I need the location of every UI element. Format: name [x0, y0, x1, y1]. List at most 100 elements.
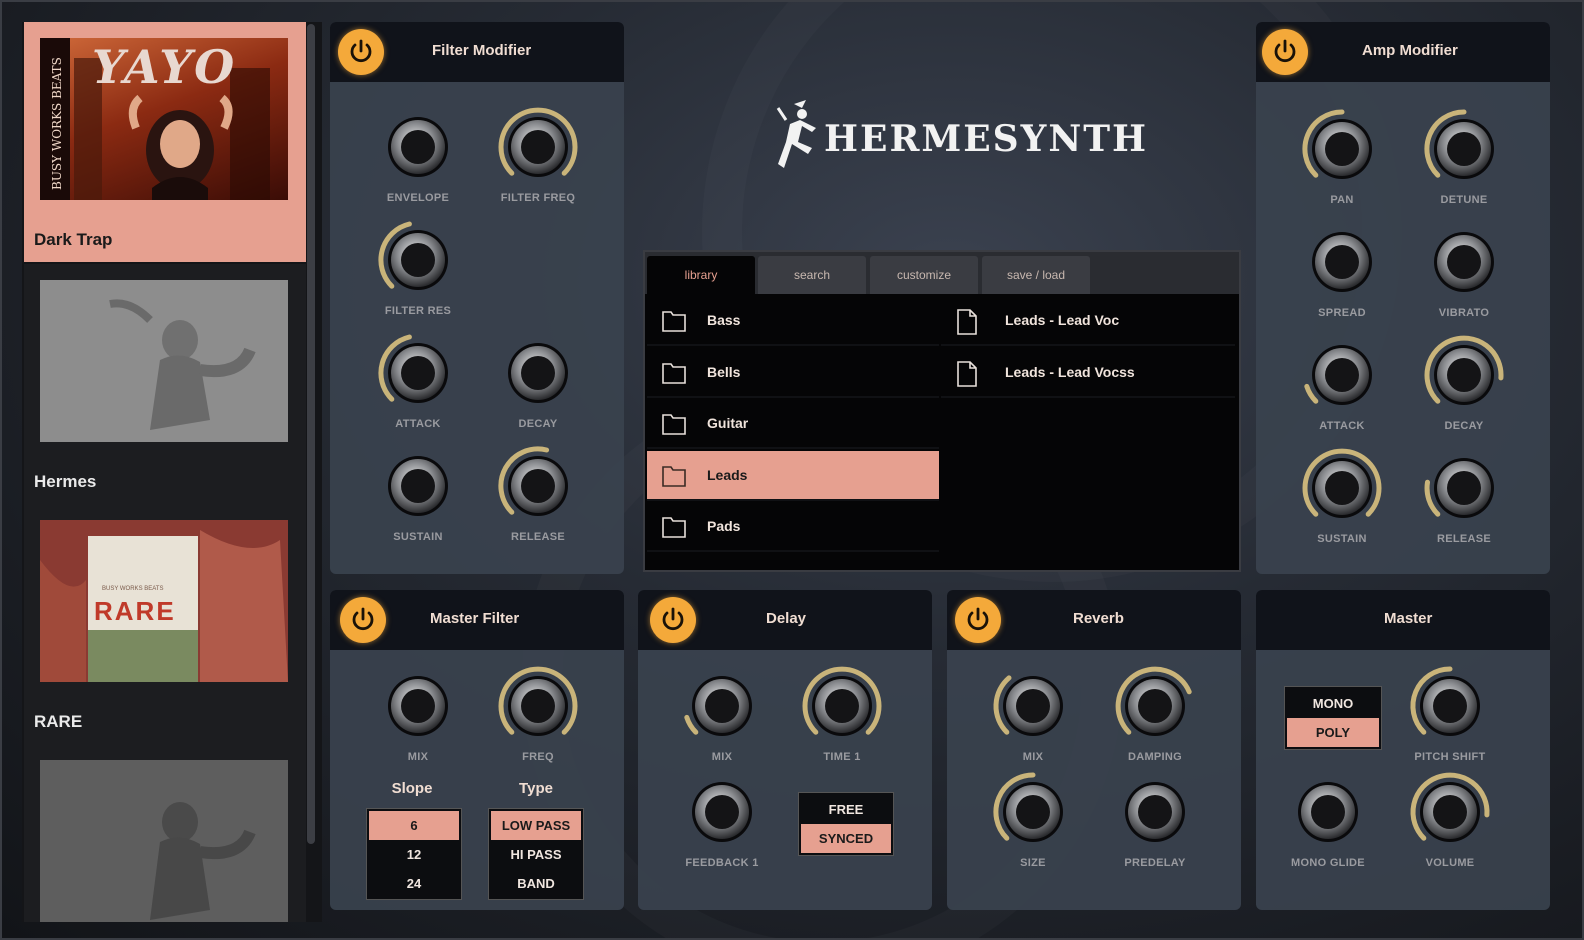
option-mono[interactable]: MONO	[1285, 689, 1381, 718]
freq-knob[interactable]	[493, 661, 583, 751]
mix-label: MIX	[1022, 751, 1044, 763]
option-6[interactable]: 6	[369, 811, 459, 840]
decay-label: DECAY	[518, 418, 558, 430]
size-label: SIZE	[1020, 857, 1046, 869]
sustain-knob[interactable]	[1297, 443, 1387, 533]
sustain-label: SUSTAIN	[393, 531, 443, 543]
vibrato-label: VIBRATO	[1438, 307, 1490, 319]
mix-knob[interactable]	[373, 661, 463, 751]
release-knob[interactable]	[493, 441, 583, 531]
folder-bells[interactable]: Bells	[647, 348, 939, 398]
master-filter-power-button[interactable]	[340, 597, 386, 643]
folder-bass[interactable]: Bass	[647, 296, 939, 346]
decay-knob[interactable]	[1419, 330, 1509, 420]
preset-card-rare[interactable]: RARE BUSY WORKS BEATS RARE	[24, 504, 306, 744]
freq-label: FREQ	[522, 751, 554, 763]
reverb-power-button[interactable]	[955, 597, 1001, 643]
tab-search[interactable]: search	[758, 256, 866, 294]
attack-knob[interactable]	[1297, 330, 1387, 420]
option-band[interactable]: BAND	[489, 869, 583, 898]
pan-knob[interactable]	[1297, 104, 1387, 194]
detune-knob[interactable]	[1419, 104, 1509, 194]
sustain-knob[interactable]	[373, 441, 463, 531]
preset-name: Hermes	[34, 472, 97, 491]
mono-glide-label: MONO GLIDE	[1291, 857, 1365, 869]
preset-card-dark-trap[interactable]: YAYO BUSY WORKS BEATS Dark Trap	[24, 22, 306, 262]
slope-selector: 6 12 24	[366, 808, 462, 900]
release-knob[interactable]	[1419, 443, 1509, 533]
spread-knob[interactable]	[1297, 217, 1387, 307]
size-knob[interactable]	[988, 767, 1078, 857]
file-leads-lead-vocss[interactable]: Leads - Lead Vocss	[941, 348, 1235, 398]
panel-title: Reverb	[1073, 610, 1124, 627]
preset-sidebar: YAYO BUSY WORKS BEATS Dark Trap Hermes R…	[22, 22, 322, 922]
cover-title: RARE	[94, 596, 176, 626]
detune-label: DETUNE	[1440, 194, 1488, 206]
attack-knob[interactable]	[373, 328, 463, 418]
predelay-knob[interactable]	[1110, 767, 1200, 857]
folder-label: Bells	[707, 363, 741, 380]
cover-spine-text: BUSY WORKS BEATS	[50, 57, 64, 190]
mono-glide-knob[interactable]	[1283, 767, 1373, 857]
folder-icon	[662, 414, 686, 435]
option-free[interactable]: FREE	[799, 795, 893, 824]
damping-knob[interactable]	[1110, 661, 1200, 751]
cover-subtitle: BUSY WORKS BEATS	[102, 586, 164, 592]
hermesynth-logo: HERMESYNTH	[772, 98, 1146, 178]
reverb-panel: Reverb MIX DAMPING SIZE PREDELAY	[947, 590, 1241, 910]
file-icon	[957, 309, 977, 335]
sidebar-scrollbar[interactable]	[307, 24, 315, 844]
power-icon	[662, 607, 684, 631]
amp-modifier-power-button[interactable]	[1262, 29, 1308, 75]
mix-label: MIX	[711, 751, 733, 763]
option-synced[interactable]: SYNCED	[801, 824, 891, 853]
amp-modifier-panel: Amp Modifier PAN DETUNE SPREAD VIBRATO A…	[1256, 22, 1550, 574]
attack-label: ATTACK	[395, 418, 441, 430]
vibrato-knob[interactable]	[1419, 217, 1509, 307]
decay-label: DECAY	[1444, 420, 1484, 432]
panel-title: Master Filter	[430, 610, 520, 627]
filter-modifier-power-button[interactable]	[338, 29, 384, 75]
type-title: Type	[519, 780, 553, 797]
pitch-shift-knob[interactable]	[1405, 661, 1495, 751]
preset-name: Dark Trap	[34, 230, 113, 249]
feedback-1-knob[interactable]	[677, 767, 767, 857]
file-leads-lead-voc[interactable]: Leads - Lead Voc	[941, 296, 1235, 346]
file-label: Leads - Lead Vocss	[1005, 363, 1135, 380]
folder-leads[interactable]: Leads	[647, 450, 939, 501]
hermes-statue-image	[40, 760, 288, 922]
option-poly[interactable]: POLY	[1287, 718, 1379, 747]
time-1-knob[interactable]	[797, 661, 887, 751]
option-low-pass[interactable]: LOW PASS	[491, 811, 581, 840]
master-filter-panel: Master Filter Slope Type 6 12 24 LOW PASS H…	[330, 590, 624, 910]
power-icon	[967, 607, 989, 631]
envelope-knob[interactable]	[373, 102, 463, 192]
mix-knob[interactable]	[677, 661, 767, 751]
delay-panel: Delay FREE SYNCED MIX TIME 1 FEEDBACK 1	[638, 590, 932, 910]
panel-title: Master	[1384, 610, 1433, 627]
file-label: Leads - Lead Voc	[1005, 312, 1120, 328]
folder-guitar[interactable]: Guitar	[647, 399, 939, 449]
voice-mode-selector: MONO POLY	[1284, 686, 1382, 750]
folder-pads[interactable]: Pads	[647, 502, 939, 552]
mix-knob[interactable]	[988, 661, 1078, 751]
cover-title: YAYO	[92, 40, 237, 94]
delay-power-button[interactable]	[650, 597, 696, 643]
folder-label: Guitar	[707, 415, 749, 431]
tab-library[interactable]: library	[647, 256, 755, 294]
preset-card-4[interactable]	[24, 744, 306, 922]
option-12[interactable]: 12	[367, 840, 461, 869]
filter-modifier-panel: Filter Modifier ENVELOPE FILTER FREQ FIL…	[330, 22, 624, 574]
tab-customize[interactable]: customize	[870, 256, 978, 294]
filter-res-knob[interactable]	[373, 215, 463, 305]
volume-knob[interactable]	[1405, 767, 1495, 857]
preset-card-hermes[interactable]: Hermes	[24, 264, 306, 504]
delay-mode-selector: FREE SYNCED	[798, 792, 894, 856]
option-hi-pass[interactable]: HI PASS	[489, 840, 583, 869]
option-24[interactable]: 24	[367, 869, 461, 898]
decay-knob[interactable]	[493, 328, 583, 418]
preset-cover-art: YAYO BUSY WORKS BEATS	[40, 38, 288, 200]
filter-freq-knob[interactable]	[493, 102, 583, 192]
tab-save-load[interactable]: save / load	[982, 256, 1090, 294]
file-icon	[957, 360, 977, 387]
